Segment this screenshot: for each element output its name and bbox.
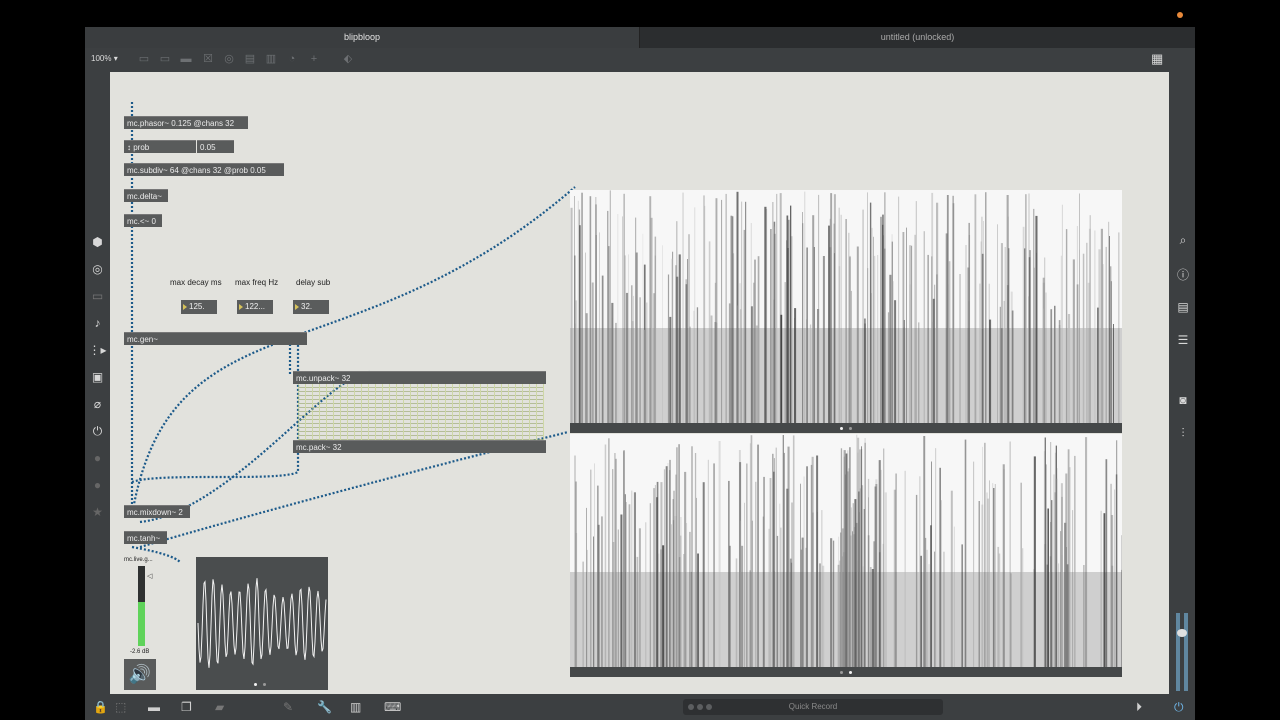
sequence-icon[interactable]: ⋮▸ (85, 343, 110, 357)
presentation-icon[interactable]: ⬖ (342, 53, 354, 65)
grid-view-icon[interactable]: ▦ (1151, 52, 1163, 65)
tab-untitled[interactable]: untitled (unlocked) (640, 27, 1195, 48)
mixer-icon[interactable]: ⫶ (1173, 426, 1193, 441)
comment-icon[interactable]: ▬ (180, 53, 192, 65)
gain-value: -2.6 dB (130, 649, 150, 655)
zoom-level: 100% (91, 54, 112, 63)
camera-icon[interactable]: ◙ (1173, 393, 1193, 407)
message-box-icon[interactable]: ▭ (159, 53, 171, 65)
star-icon[interactable]: ★ (85, 505, 110, 519)
number-max-freq[interactable]: 122... (237, 300, 273, 314)
scope-page-dot[interactable] (263, 683, 266, 686)
patcher-toolbar: 100% ▾ ▭ ▭ ▬ ☒ ◎ ▤ ▥ ◔ + ⬖ ▦ (85, 48, 1195, 72)
object-mc-pack[interactable]: mc.pack~ 32 (293, 440, 546, 453)
new-object-icon[interactable]: ▭ (138, 53, 150, 65)
object-mc-tanh[interactable]: mc.tanh~ (124, 531, 167, 544)
paperclip-icon[interactable]: ⌀ (85, 397, 110, 411)
label-max-freq: max freq Hz (235, 278, 279, 287)
gain-name: mc.live.g... (124, 557, 153, 563)
search-icon[interactable]: ⌕ (1173, 233, 1193, 248)
window-dot (688, 704, 694, 710)
recording-indicator-dot (1177, 12, 1183, 18)
object-mc-delta[interactable]: mc.delta~ (124, 189, 168, 202)
plugin-icon[interactable]: ⏻ (85, 424, 110, 439)
page-dot[interactable] (849, 427, 852, 430)
oscilloscope-display[interactable] (196, 557, 328, 690)
circle-icon[interactable]: ● (85, 478, 110, 492)
gain-handle-icon[interactable]: ◁ (147, 572, 152, 580)
number-delay-sub[interactable]: 32. (293, 300, 329, 314)
page-dot[interactable] (840, 427, 843, 430)
patcher-canvas[interactable]: mc.phasor~ 0.125 @chans 32 ↕ prob 0.05 m… (110, 72, 1169, 694)
speaker-icon: 🔊 (128, 664, 152, 684)
clip-icon[interactable]: ▰ (215, 700, 224, 714)
play-icon[interactable]: ⏵ (1136, 700, 1142, 715)
button-icon[interactable]: ◎ (223, 53, 235, 65)
object-mc-phasor[interactable]: mc.phasor~ 0.125 @chans 32 (124, 116, 248, 129)
object-mc-subdiv[interactable]: mc.subdiv~ 64 @chans 32 @prob 0.05 (124, 163, 284, 176)
quick-record-bar[interactable]: Quick Record (683, 699, 943, 715)
add-object-icon[interactable]: + (308, 53, 320, 65)
panel-icon[interactable]: ▭ (85, 289, 110, 303)
cube-icon[interactable]: ⬢ (85, 235, 110, 249)
target-icon[interactable]: ◎ (85, 262, 110, 276)
channel-patchcords (298, 384, 544, 440)
scope-page-dot[interactable] (254, 683, 257, 686)
tab-bar: blipbloop untitled (unlocked) (85, 27, 1195, 48)
master-volume-slider[interactable] (1175, 613, 1191, 691)
attrui-prob[interactable]: ↕ prob (124, 140, 196, 153)
bottom-toolbar: 🔒 ⬚ ▬ ❐ ▰ ✎ 🔧 ▥ ⌨ Quick Record ⏵ ⏻ (85, 695, 1195, 720)
keyboard-icon[interactable]: ⌨ (384, 700, 401, 714)
circle-icon[interactable]: ● (85, 451, 110, 465)
wrench-icon[interactable]: 🔧 (317, 700, 332, 714)
lock-icon[interactable]: 🔒 (93, 700, 108, 714)
gain-meter[interactable] (138, 566, 145, 646)
spectrogram-top-pager (570, 423, 1122, 433)
list-icon[interactable]: ☰ (1173, 333, 1193, 347)
book-icon[interactable]: ▤ (1173, 300, 1193, 314)
number-box-icon[interactable]: ▥ (265, 53, 277, 65)
spectrogram-top-image (570, 190, 1122, 423)
piano-icon[interactable]: ▥ (350, 700, 361, 714)
music-note-icon[interactable]: ♪ (85, 316, 110, 330)
info-icon[interactable]: ⓘ (1173, 266, 1193, 283)
max-window: blipbloop untitled (unlocked) 100% ▾ ▭ ▭… (85, 27, 1195, 720)
attrui-prob-value[interactable]: 0.05 (197, 140, 234, 153)
page-dot[interactable] (840, 671, 843, 674)
window-dot (706, 704, 712, 710)
spectrogram-top[interactable] (570, 190, 1122, 433)
attrui-prob-label: prob (133, 143, 150, 152)
label-delay-sub: delay sub (296, 278, 331, 287)
power-icon[interactable]: ⏻ (1174, 700, 1184, 715)
object-mc-mixdown[interactable]: mc.mixdown~ 2 (124, 505, 190, 518)
toggle-icon[interactable]: ☒ (202, 53, 214, 65)
image-icon[interactable]: ▣ (85, 370, 110, 384)
spectrogram-bottom[interactable] (570, 434, 1122, 677)
windows-icon[interactable]: ❐ (181, 700, 192, 714)
number-max-decay[interactable]: 125. (181, 300, 217, 314)
comment-bubble-icon[interactable]: ▬ (148, 700, 160, 714)
object-mc-unpack[interactable]: mc.unpack~ 32 (293, 371, 546, 384)
spectrogram-bottom-pager (570, 667, 1122, 677)
speaker-button[interactable]: 🔊 (124, 659, 156, 690)
label-max-decay: max decay ms (170, 278, 222, 287)
waveform (197, 578, 327, 668)
object-mc-gen[interactable]: mc.gen~ (124, 332, 307, 345)
zoom-menu[interactable]: 100% ▾ (91, 54, 118, 63)
window-dot (697, 704, 703, 710)
edit-icon[interactable]: ✎ (283, 700, 293, 714)
slider-icon[interactable]: ▤ (244, 53, 256, 65)
tab-blipbloop[interactable]: blipbloop (85, 27, 640, 48)
presentation-mode-icon[interactable]: ⬚ (115, 700, 126, 714)
quick-record-label: Quick Record (788, 702, 838, 711)
dial-icon[interactable]: ◔ (286, 53, 298, 65)
page-dot[interactable] (849, 671, 852, 674)
object-mc-lessthan[interactable]: mc.<~ 0 (124, 214, 162, 227)
spectrogram-bottom-image (570, 434, 1122, 667)
